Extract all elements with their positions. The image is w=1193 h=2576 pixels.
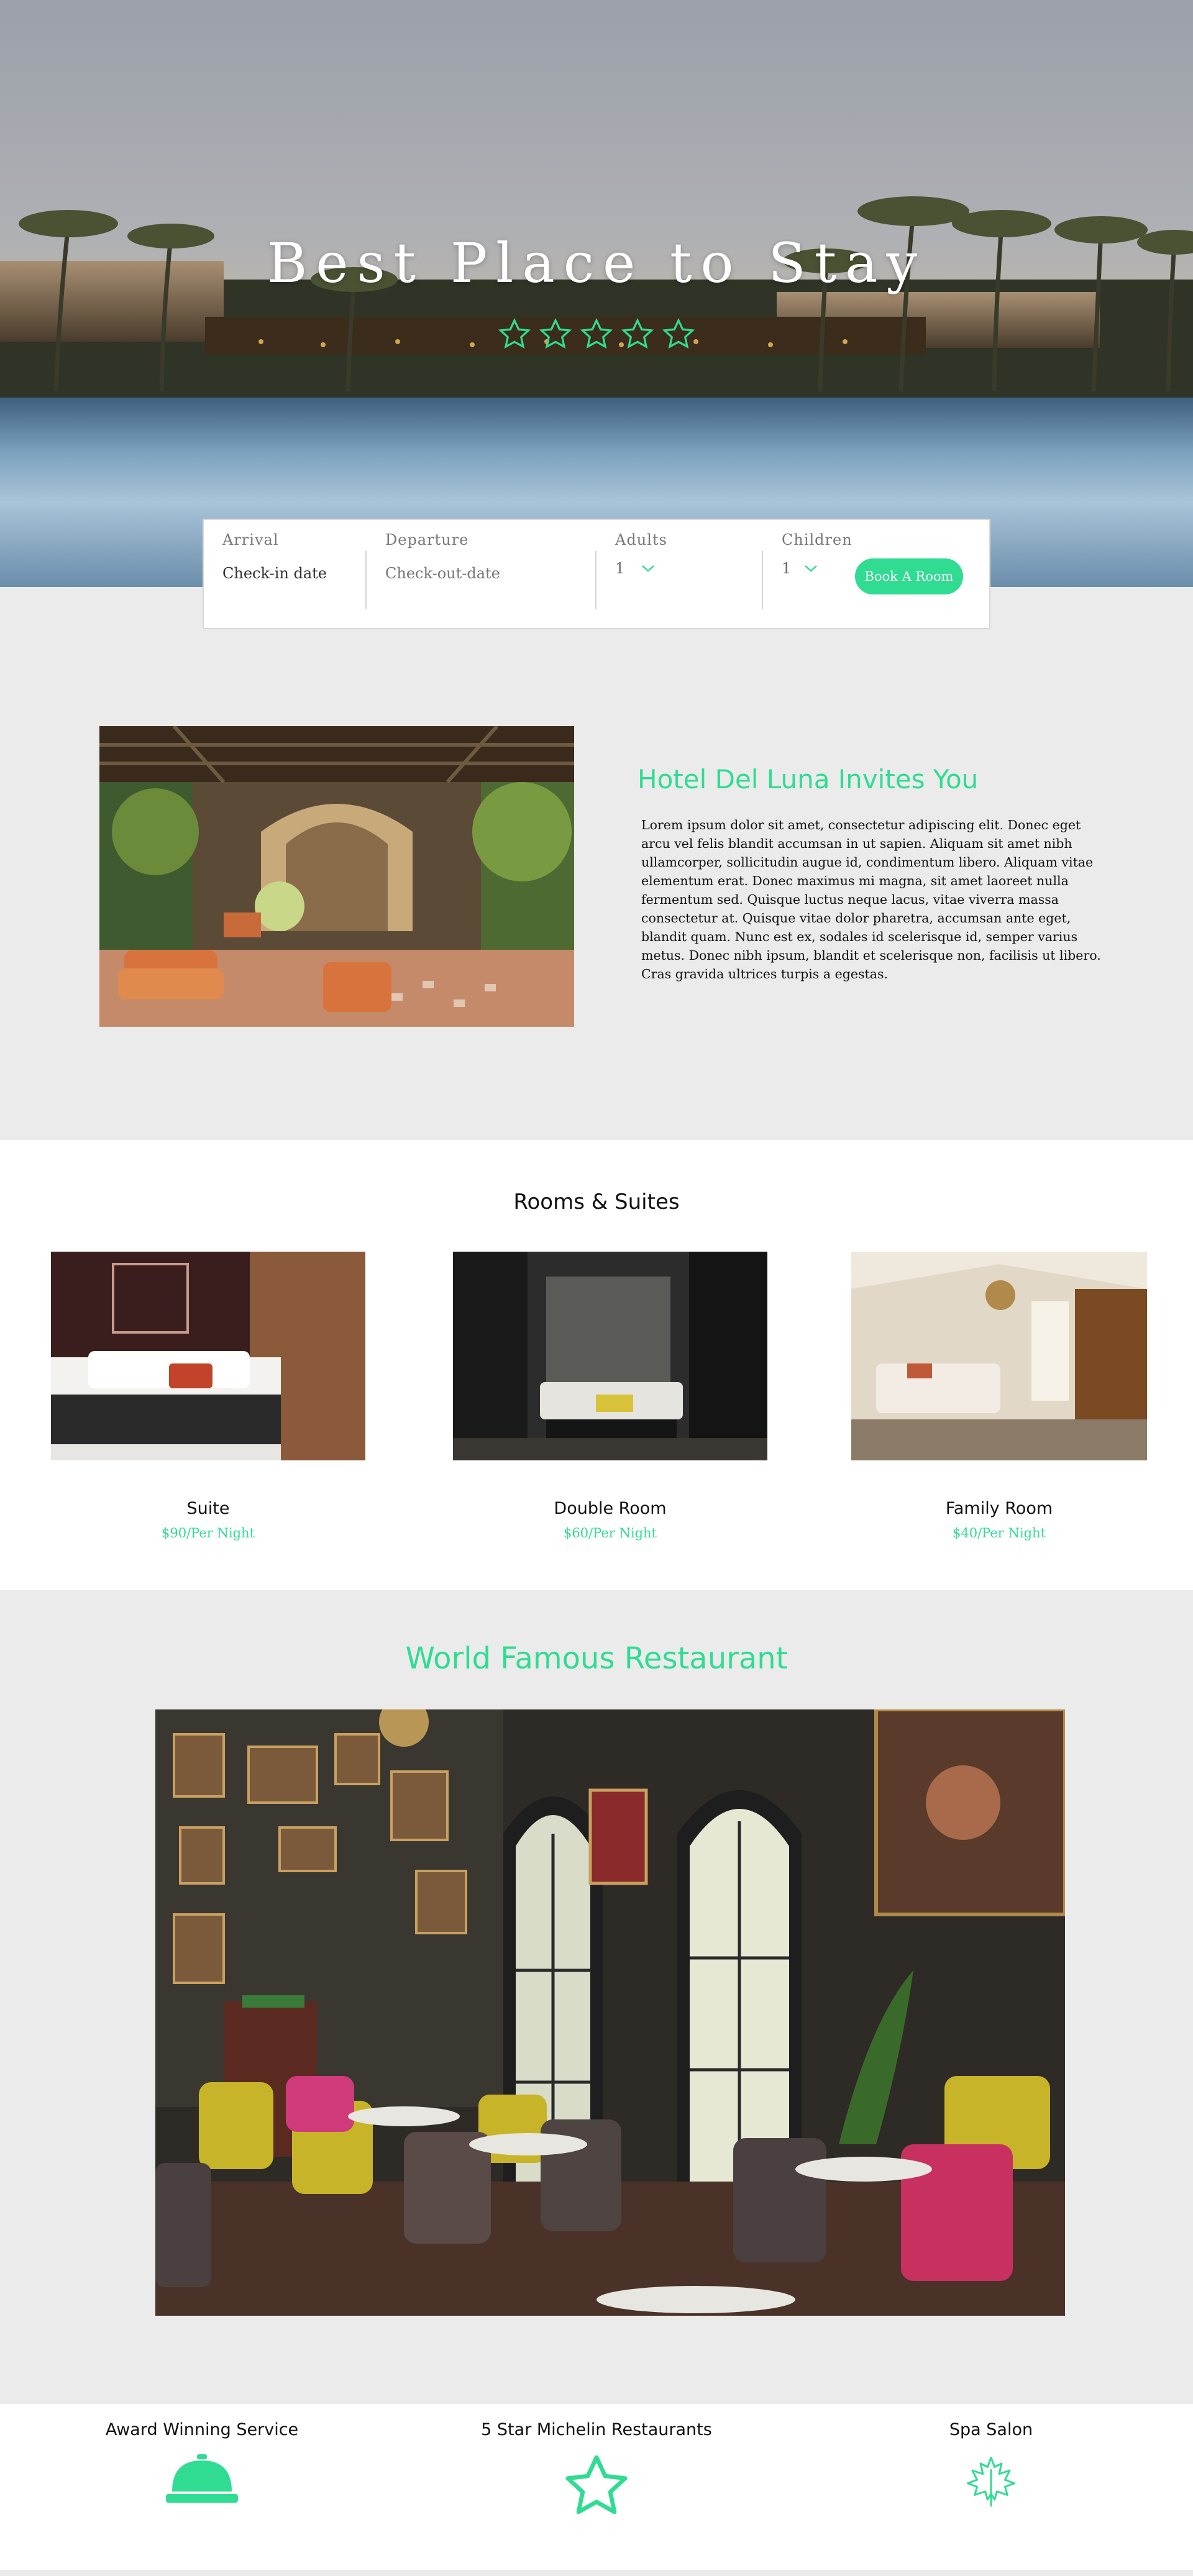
family-room-image — [851, 1252, 1147, 1460]
room-card[interactable]: Family Room $40/Per Night — [851, 1252, 1147, 1541]
room-price: $90/Per Night — [162, 1526, 255, 1541]
room-name: Double Room — [554, 1499, 667, 1518]
feature-spa: Spa Salon — [842, 2420, 1140, 2511]
rooms-title: Rooms & Suites — [513, 1190, 680, 1214]
maple-leaf-icon — [967, 2457, 1015, 2507]
book-room-button[interactable]: Book A Room — [855, 558, 963, 594]
room-card[interactable]: Suite $90/Per Night — [51, 1252, 365, 1541]
invite-title: Hotel Del Luna Invites You — [638, 764, 979, 794]
adults-label: Adults — [615, 531, 667, 548]
room-name: Family Room — [945, 1499, 1053, 1518]
star-outline-icon — [662, 317, 695, 349]
hero-rating — [0, 317, 1193, 352]
room-price: $40/Per Night — [953, 1526, 1046, 1541]
departure-input[interactable]: Check-out-date — [385, 565, 577, 582]
feature-restaurants: 5 Star Michelin Restaurants — [447, 2420, 746, 2520]
arrival-label: Arrival — [222, 531, 279, 548]
star-outline-icon — [580, 317, 613, 349]
booking-form: Arrival Check-in date Departure Check-ou… — [203, 519, 990, 629]
hero-title: Best Place to Stay — [267, 231, 926, 295]
feature-title: Spa Salon — [949, 2420, 1033, 2439]
hotel-lobby-image — [99, 726, 574, 1027]
hero-section: Best Place to Stay — [0, 0, 1193, 587]
rooms-section: Rooms & Suites Suite $90/Per Night Doubl… — [0, 1140, 1193, 1590]
invite-section: Hotel Del Luna Invites You Lorem ipsum d… — [0, 587, 1193, 1140]
departure-field[interactable]: Departure Check-out-date — [367, 520, 595, 628]
adults-field[interactable]: Adults 1 — [596, 520, 762, 628]
room-price: $60/Per Night — [564, 1526, 657, 1541]
arrival-input[interactable]: Check-in date — [222, 565, 347, 582]
children-field[interactable]: Children 1 — [763, 520, 852, 628]
restaurant-section: World Famous Restaurant — [0, 1590, 1193, 2404]
chevron-down-icon — [642, 565, 655, 572]
departure-label: Departure — [385, 531, 469, 548]
adults-select[interactable]: 1 — [615, 560, 743, 577]
invite-text: Lorem ipsum dolor sit amet, consectetur … — [641, 817, 1101, 981]
double-room-image — [453, 1252, 767, 1460]
service-bell-icon — [166, 2454, 238, 2503]
room-card[interactable]: Double Room $60/Per Night — [453, 1252, 767, 1541]
feature-title: 5 Star Michelin Restaurants — [481, 2420, 712, 2439]
chevron-down-icon — [805, 565, 818, 572]
star-outline-icon — [498, 317, 531, 349]
restaurant-image — [155, 1709, 1065, 2316]
feature-service: Award Winning Service — [53, 2420, 351, 2508]
children-value: 1 — [782, 560, 792, 577]
room-name: Suite — [186, 1499, 230, 1518]
children-label: Children — [782, 531, 852, 548]
feature-title: Award Winning Service — [105, 2420, 299, 2439]
children-select[interactable]: 1 — [782, 560, 831, 577]
adults-value: 1 — [615, 560, 625, 577]
restaurant-title: World Famous Restaurant — [405, 1641, 788, 1676]
star-outline-icon — [565, 2455, 628, 2515]
star-outline-icon — [621, 317, 654, 349]
features-section: Award Winning Service 5 Star Michelin Re… — [0, 2404, 1193, 2570]
star-outline-icon — [539, 317, 572, 349]
suite-room-image — [51, 1252, 365, 1460]
arrival-field[interactable]: Arrival Check-in date — [204, 520, 365, 628]
